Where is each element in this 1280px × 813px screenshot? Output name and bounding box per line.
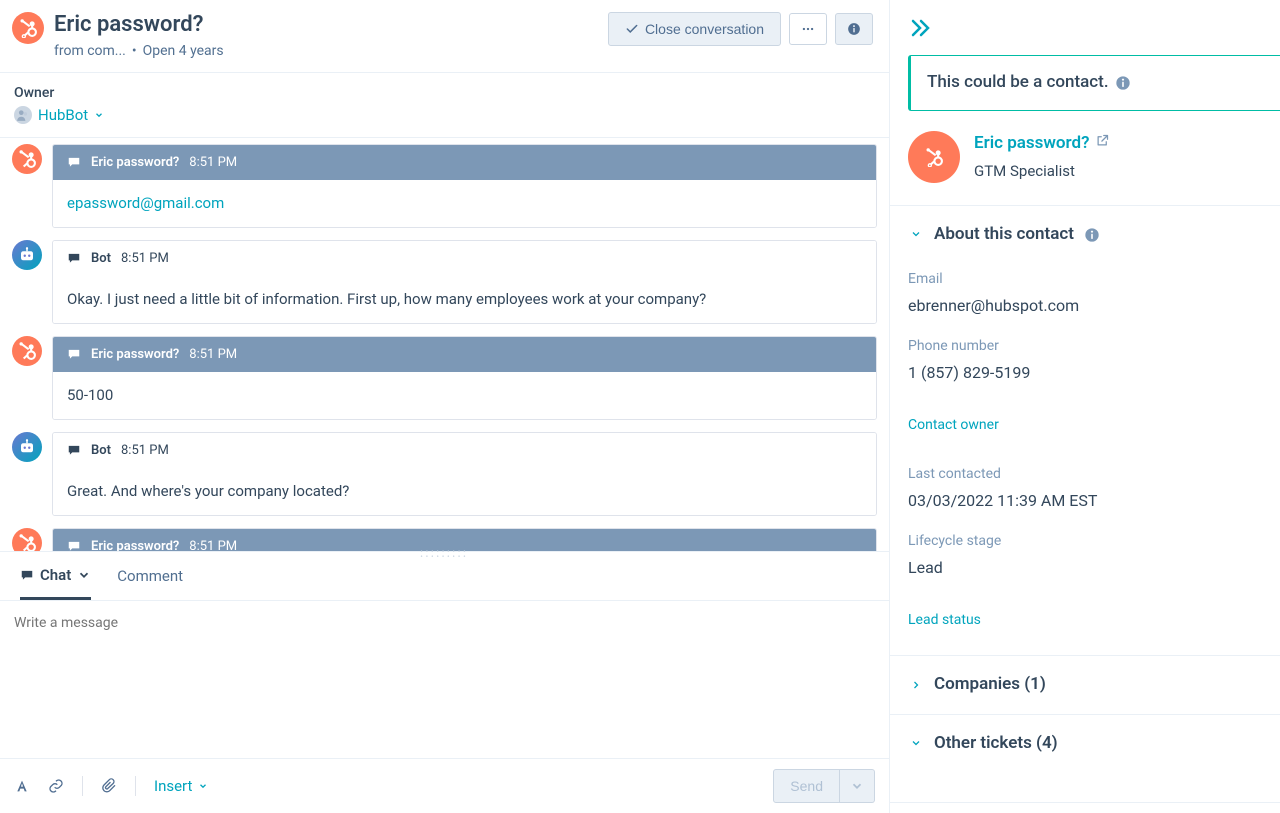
email-value[interactable]: ebrenner@hubspot.com xyxy=(908,294,1262,318)
separator xyxy=(82,776,83,796)
owner-label: Owner xyxy=(14,83,875,104)
chevron-down-icon xyxy=(94,110,104,120)
info-icon xyxy=(847,22,861,36)
message-meta: Eric password? 8:51 PM xyxy=(53,145,876,181)
message-time: 8:51 PM xyxy=(189,537,237,551)
message-meta: Bot 8:51 PM xyxy=(53,241,876,277)
message-sender: Bot xyxy=(91,249,111,269)
user-avatar-icon xyxy=(12,528,42,551)
message-time: 8:51 PM xyxy=(189,345,237,365)
conversation-thread[interactable]: Eric password? 8:51 PM epassword@gmail.c… xyxy=(0,138,889,551)
message-sender: Eric password? xyxy=(91,537,179,551)
chat-icon xyxy=(20,568,34,582)
section-toggle-companies[interactable]: Companies (1) xyxy=(890,656,1280,714)
chat-bubble-icon xyxy=(67,539,81,550)
chevron-down-icon xyxy=(850,779,864,793)
info-icon[interactable] xyxy=(1084,226,1100,242)
last-contacted-value: 03/03/2022 11:39 AM EST xyxy=(908,489,1262,513)
link-button[interactable] xyxy=(48,778,64,794)
chevron-down-icon xyxy=(77,568,91,582)
conversation-title: Eric password? xyxy=(54,8,224,41)
send-button[interactable]: Send xyxy=(773,769,840,803)
info-icon[interactable] xyxy=(1115,75,1131,91)
message-body: Okay. I just need a little bit of inform… xyxy=(53,276,876,323)
composer: •••••••••••••••••• Chat Comment xyxy=(0,551,889,813)
double-chevron-right-icon xyxy=(908,16,932,40)
message-meta: Bot 8:51 PM xyxy=(53,433,876,469)
format-text-button[interactable] xyxy=(14,778,30,794)
user-avatar-icon xyxy=(12,336,42,366)
contact-name-link[interactable]: Eric password? xyxy=(974,131,1110,157)
conversation-header: Eric password? from com... • Open 4 year… xyxy=(0,0,889,73)
message-sender: Bot xyxy=(91,441,111,461)
message-input[interactable] xyxy=(0,601,889,751)
message-sender: Eric password? xyxy=(91,345,179,365)
conversation-subline: from com... • Open 4 years xyxy=(54,41,224,62)
phone-label: Phone number xyxy=(908,336,1262,357)
owner-bar: Owner HubBot xyxy=(0,73,889,138)
lifecycle-value[interactable]: Lead xyxy=(908,556,1262,580)
send-options-button[interactable] xyxy=(840,769,875,803)
chevron-down-icon xyxy=(198,781,208,791)
message-row: Eric password? 8:51 PM epassword@gmail.c… xyxy=(12,144,877,228)
message-time: 8:51 PM xyxy=(189,153,237,173)
ellipsis-icon xyxy=(801,22,815,36)
contact-hint-banner: This could be a contact. xyxy=(908,55,1280,111)
chat-bubble-icon xyxy=(67,347,81,361)
chat-bubble-icon xyxy=(67,155,81,169)
separator xyxy=(135,776,136,796)
message-bubble[interactable]: Bot 8:51 PM Great. And where's your comp… xyxy=(52,432,877,516)
message-bubble[interactable]: Eric password? 8:51 PM epassword@gmail.c… xyxy=(52,144,877,228)
contact-role: GTM Specialist xyxy=(974,160,1110,183)
last-contacted-label: Last contacted xyxy=(908,464,1262,485)
tab-chat[interactable]: Chat xyxy=(20,552,91,601)
info-button[interactable] xyxy=(835,13,873,45)
message-meta: Eric password? 8:51 PM xyxy=(53,337,876,373)
message-row: Bot 8:51 PM Okay. I just need a little b… xyxy=(12,240,877,324)
contact-owner-label[interactable]: Contact owner xyxy=(908,415,1262,436)
message-body: epassword@gmail.com xyxy=(53,180,876,227)
external-link-icon xyxy=(1095,131,1110,157)
message-body: Great. And where's your company located? xyxy=(53,468,876,515)
bot-avatar-icon xyxy=(12,240,42,270)
close-conversation-button[interactable]: Close conversation xyxy=(608,12,781,46)
chat-bubble-icon xyxy=(67,443,81,457)
message-bubble[interactable]: Eric password? 8:51 PM 50-100 xyxy=(52,336,877,420)
lifecycle-label: Lifecycle stage xyxy=(908,531,1262,552)
message-body: 50-100 xyxy=(53,372,876,419)
contact-avatar xyxy=(908,131,960,183)
email-label: Email xyxy=(908,269,1262,290)
contact-sidebar: This could be a contact. Eric password? … xyxy=(890,0,1280,813)
message-bubble[interactable]: Bot 8:51 PM Okay. I just need a little b… xyxy=(52,240,877,324)
section-toggle-tickets[interactable]: Other tickets (4) xyxy=(890,715,1280,773)
chat-bubble-icon xyxy=(67,251,81,265)
check-icon xyxy=(625,22,639,36)
chevron-down-icon xyxy=(908,735,924,751)
section-toggle-about[interactable]: About this contact xyxy=(890,206,1280,264)
hubspot-logo-icon xyxy=(12,12,44,44)
message-row: Eric password? 8:51 PM 50-100 xyxy=(12,336,877,420)
tab-comment[interactable]: Comment xyxy=(117,552,183,601)
owner-dropdown[interactable]: HubBot xyxy=(14,104,875,127)
attachment-button[interactable] xyxy=(101,778,117,794)
user-avatar-icon xyxy=(12,144,42,174)
message-row: Bot 8:51 PM Great. And where's your comp… xyxy=(12,432,877,516)
chevron-right-icon xyxy=(908,677,924,693)
insert-dropdown[interactable]: Insert xyxy=(154,775,208,798)
user-icon xyxy=(14,106,32,124)
bot-avatar-icon xyxy=(12,432,42,462)
collapse-sidebar-button[interactable] xyxy=(890,0,1280,55)
lead-status-label[interactable]: Lead status xyxy=(908,610,1262,631)
message-time: 8:51 PM xyxy=(121,249,169,269)
message-sender: Eric password? xyxy=(91,153,179,173)
more-actions-button[interactable] xyxy=(789,13,827,45)
phone-value[interactable]: 1 (857) 829-5199 xyxy=(908,361,1262,385)
message-time: 8:51 PM xyxy=(121,441,169,461)
drag-handle-icon[interactable]: •••••••••••••••••• xyxy=(420,550,468,560)
chevron-down-icon xyxy=(908,226,924,242)
